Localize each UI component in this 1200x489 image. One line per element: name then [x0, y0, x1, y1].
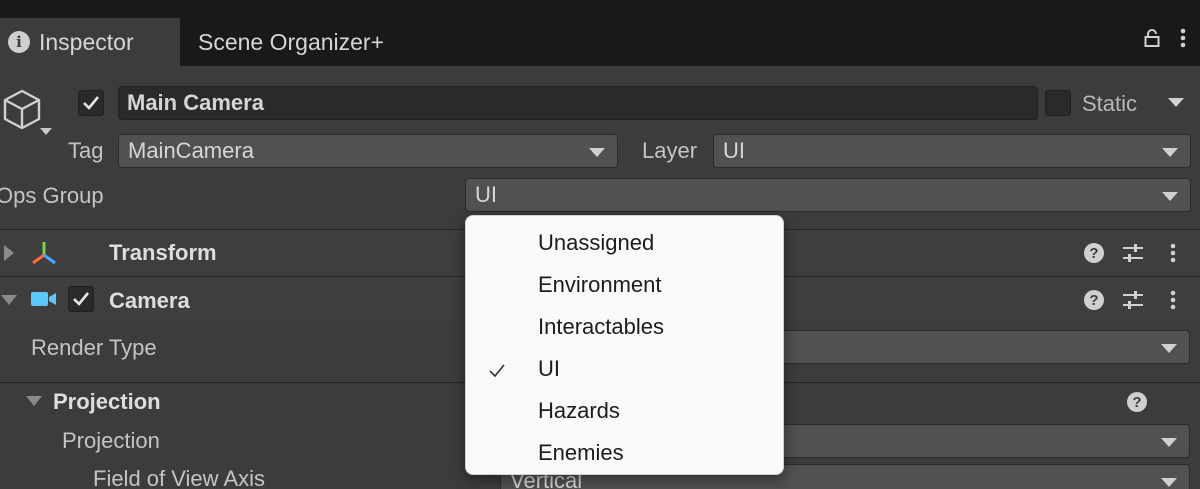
camera-enabled-checkbox[interactable]	[68, 286, 94, 312]
camera-icon	[30, 289, 58, 314]
gameobject-cube-icon[interactable]	[2, 88, 42, 135]
tab-bar: i Inspector Scene Organizer+	[0, 0, 1200, 66]
layer-value: UI	[723, 138, 745, 163]
kebab-menu-icon[interactable]	[1180, 28, 1186, 53]
chevron-down-icon	[1161, 344, 1177, 353]
ops-group-popup-menu: Unassigned Environment Interactables UI …	[465, 215, 784, 475]
render-type-label: Render Type	[31, 335, 157, 360]
checkmark-icon	[488, 359, 506, 385]
tab-scene-organizer-label: Scene Organizer+	[198, 28, 385, 55]
menu-item-ui[interactable]: UI	[466, 348, 783, 390]
ops-group-label: Ops Group	[0, 183, 104, 208]
chevron-down-icon	[1161, 478, 1177, 487]
tab-inspector[interactable]: i Inspector	[0, 18, 180, 66]
object-name-value: Main Camera	[127, 90, 264, 115]
tab-actions	[1144, 28, 1186, 53]
component-menu-icon[interactable]	[1170, 290, 1176, 315]
ops-group-value: UI	[475, 182, 497, 207]
menu-item-label: Hazards	[538, 398, 620, 423]
help-icon[interactable]: ?	[1084, 290, 1104, 310]
menu-item-label: UI	[538, 356, 560, 381]
menu-item-interactables[interactable]: Interactables	[466, 306, 783, 348]
checkmark-icon	[73, 292, 90, 306]
transform-icon	[30, 239, 58, 272]
presets-icon[interactable]	[1122, 243, 1144, 268]
menu-item-label: Unassigned	[538, 230, 655, 255]
object-name-field[interactable]: Main Camera	[118, 86, 1038, 120]
menu-item-enemies[interactable]: Enemies	[466, 432, 783, 474]
tag-label: Tag	[68, 138, 104, 163]
icon-dropdown-arrow-icon[interactable]	[40, 128, 52, 135]
layer-label: Layer	[642, 138, 698, 163]
chevron-down-icon	[1162, 192, 1178, 201]
static-label: Static	[1082, 91, 1138, 116]
help-icon[interactable]: ?	[1084, 243, 1104, 263]
help-icon[interactable]: ?	[1127, 392, 1147, 412]
projection-section-title: Projection	[53, 389, 161, 414]
projection-label: Projection	[62, 428, 160, 453]
lock-icon[interactable]	[1144, 29, 1160, 52]
active-checkbox[interactable]	[78, 90, 104, 116]
checkmark-icon	[83, 96, 100, 110]
menu-item-hazards[interactable]: Hazards	[466, 390, 783, 432]
camera-title: Camera	[109, 288, 190, 313]
component-menu-icon[interactable]	[1170, 243, 1176, 268]
presets-icon[interactable]	[1122, 290, 1144, 315]
tab-inspector-label: Inspector	[39, 28, 134, 55]
static-checkbox[interactable]	[1045, 90, 1071, 116]
foldout-expanded-icon[interactable]	[1, 295, 17, 305]
info-icon: i	[8, 31, 30, 53]
menu-item-label: Enemies	[538, 440, 624, 465]
static-dropdown-icon[interactable]	[1168, 98, 1184, 107]
tag-dropdown[interactable]: MainCamera	[118, 134, 618, 168]
menu-item-unassigned[interactable]: Unassigned	[466, 222, 783, 264]
chevron-down-icon	[1161, 438, 1177, 447]
transform-title: Transform	[109, 240, 217, 265]
fov-axis-label: Field of View Axis	[93, 466, 266, 489]
tag-value: MainCamera	[128, 138, 254, 163]
ops-group-dropdown[interactable]: UI	[465, 178, 1191, 212]
menu-item-label: Environment	[538, 272, 662, 297]
chevron-down-icon	[1162, 148, 1178, 157]
projection-foldout-icon[interactable]	[26, 396, 42, 406]
tab-scene-organizer[interactable]: Scene Organizer+	[198, 18, 384, 66]
menu-item-environment[interactable]: Environment	[466, 264, 783, 306]
foldout-collapsed-icon[interactable]	[4, 245, 14, 261]
chevron-down-icon	[589, 148, 605, 157]
menu-item-label: Interactables	[538, 314, 664, 339]
layer-dropdown[interactable]: UI	[713, 134, 1191, 168]
